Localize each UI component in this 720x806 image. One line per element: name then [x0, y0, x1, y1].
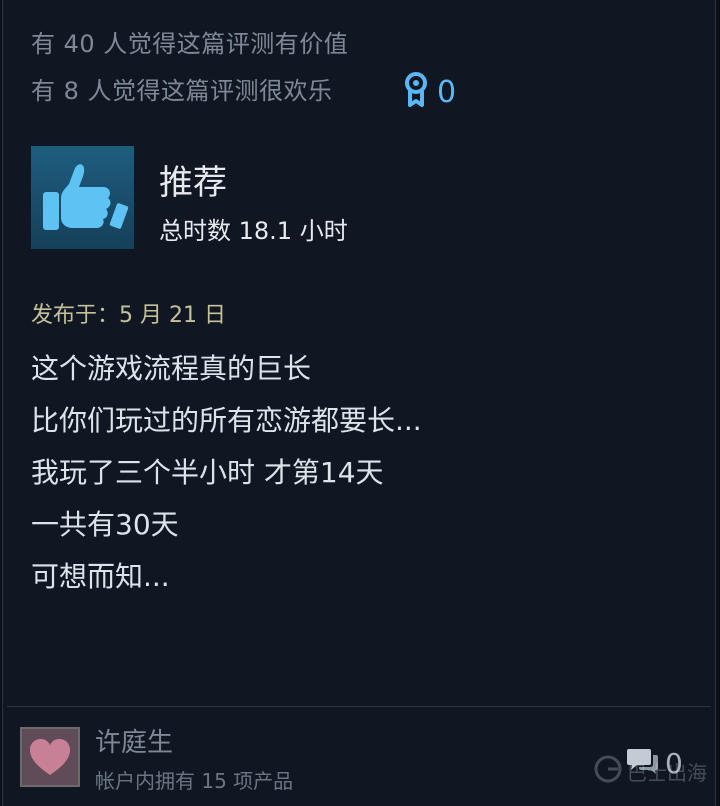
author-products-owned[interactable]: 帐户内拥有 15 项产品	[95, 771, 293, 791]
recommendation-thumb[interactable]	[31, 146, 134, 249]
award-count: 0	[437, 74, 457, 110]
avatar[interactable]	[20, 727, 80, 787]
review-line: 一共有30天	[31, 508, 179, 541]
helpful-count-text: 有 40 人觉得这篇评测有价值	[31, 30, 349, 58]
funny-count-text: 有 8 人觉得这篇评测很欢乐	[31, 77, 333, 105]
review-text: 这个游戏流程真的巨长 比你们玩过的所有恋游都要长... 我玩了三个半小时 才第1…	[31, 352, 422, 612]
review-card: 有 40 人觉得这篇评测有价值 有 8 人觉得这篇评测很欢乐 0 推荐 总时数 …	[2, 0, 716, 806]
award-ribbon-icon	[401, 71, 431, 113]
award-button[interactable]: 0	[401, 72, 471, 112]
review-line: 可想而知...	[31, 560, 170, 593]
g-logo-icon	[593, 754, 623, 788]
watermark: 巴士出海	[593, 754, 707, 788]
author-name[interactable]: 许庭生	[95, 730, 173, 756]
playtime-hours: 总时数 18.1 小时	[159, 217, 348, 245]
review-line: 比你们玩过的所有恋游都要长...	[31, 404, 422, 437]
review-line: 我玩了三个半小时 才第14天	[31, 456, 384, 489]
posted-date: 发布于：5 月 21 日	[31, 303, 226, 328]
watermark-text: 巴士出海	[627, 760, 707, 785]
review-line: 这个游戏流程真的巨长	[31, 352, 312, 385]
thumbs-up-icon	[31, 164, 134, 253]
recommendation-label[interactable]: 推荐	[159, 166, 227, 200]
author-divider	[7, 706, 711, 707]
